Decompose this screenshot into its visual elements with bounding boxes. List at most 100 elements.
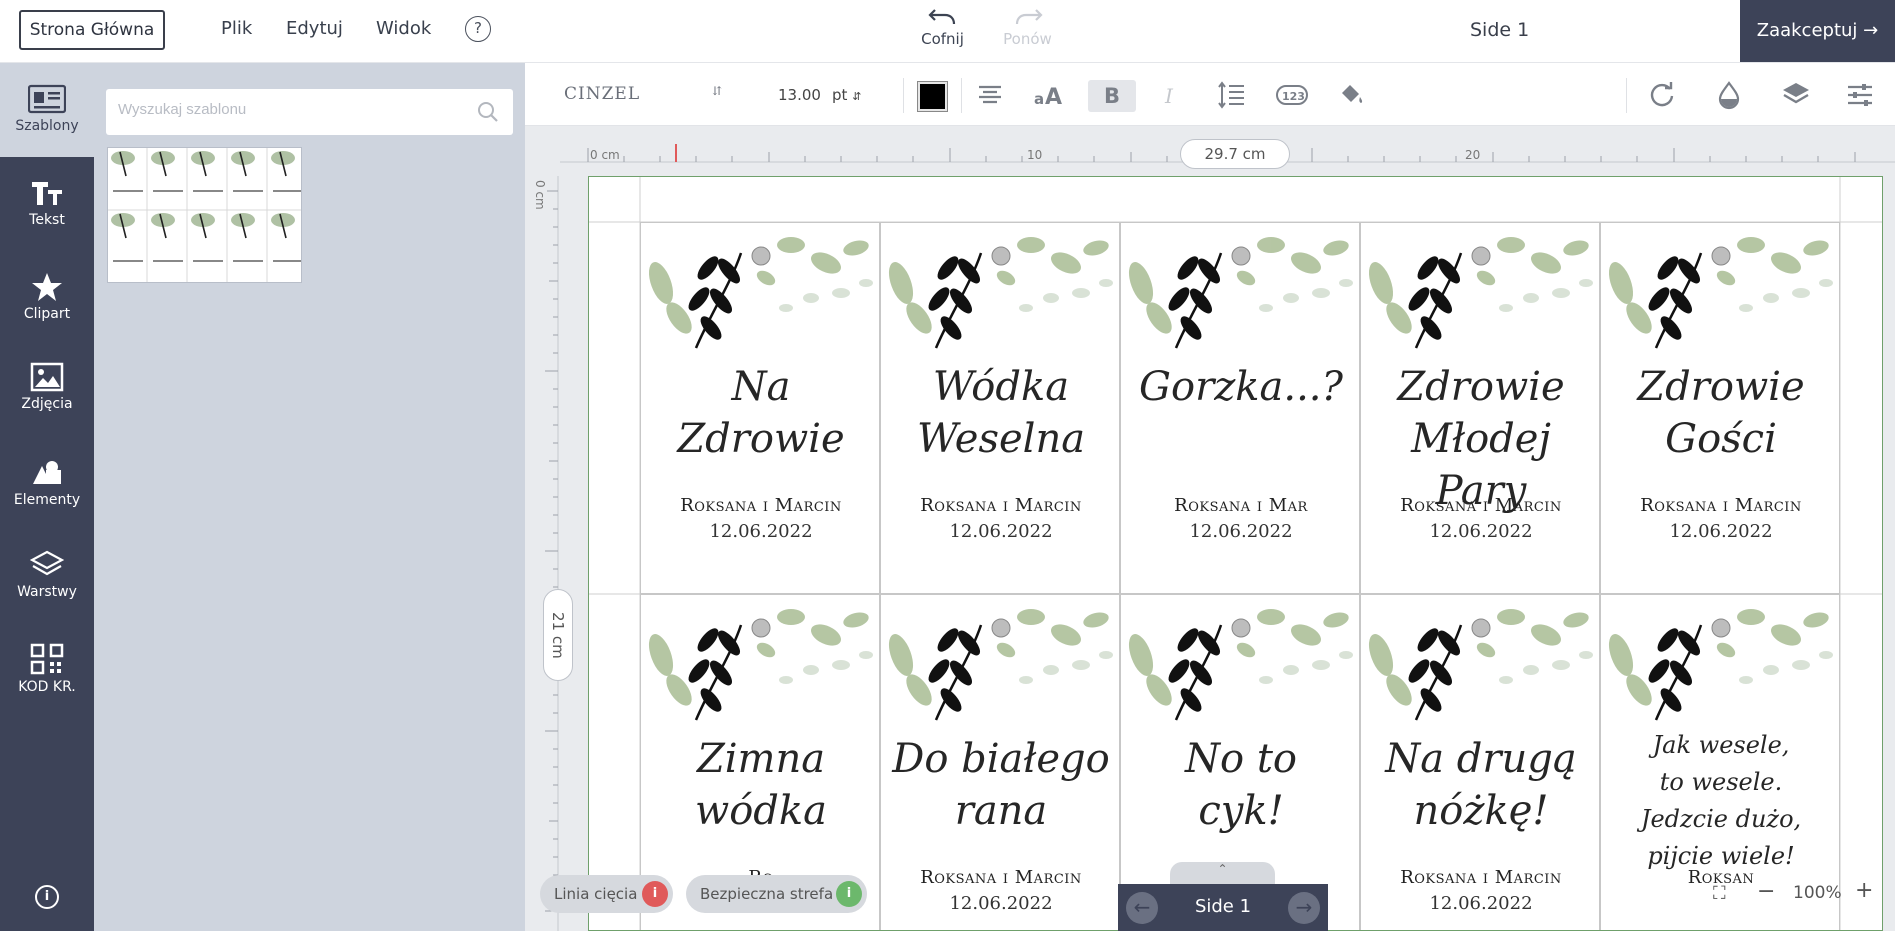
rotate-icon: [1650, 82, 1674, 107]
ruler-label-10: 10: [1027, 148, 1043, 162]
svg-text:123: 123: [1282, 90, 1305, 103]
fullscreen-icon[interactable]: ⛶: [1713, 883, 1726, 904]
label-title: Jak wesele, to wesele. Jedzcie dużo, pij…: [1640, 731, 1802, 870]
undo-label: Cofnij: [921, 30, 964, 48]
settings-button[interactable]: [1843, 80, 1877, 112]
label-names: Roksana i Marcin: [920, 495, 1082, 516]
search-icon[interactable]: [477, 101, 499, 123]
sidebar-item-templates[interactable]: Szablony: [0, 84, 94, 134]
side-title: Side 1: [1470, 19, 1530, 41]
pager-expand-tab[interactable]: ⌃: [1170, 862, 1275, 884]
sidebar-item-photos[interactable]: Zdjęcia: [0, 362, 94, 412]
line-spacing-button[interactable]: [1214, 80, 1248, 112]
info-icon[interactable]: i: [35, 885, 59, 909]
label-card[interactable]: Zdrowie Młodej Pary Roksana i Marcin 12.06…: [1360, 222, 1600, 594]
label-title: No to cyk!: [1185, 736, 1297, 834]
label-card[interactable]: Zdrowie Gości Roksana i Marcin 12.06.2022: [1600, 222, 1840, 594]
label-date: 12.06.2022: [1429, 521, 1533, 542]
template-preview-image: [108, 148, 301, 282]
toolbar-divider: [903, 78, 904, 113]
ruler-label-0: 0 cm: [590, 148, 620, 162]
ruler-label-v0: 0 cm: [533, 180, 547, 210]
label-card[interactable]: Gorzka...? Roksana i Mar 12.06.2022: [1120, 222, 1360, 594]
text-color-swatch[interactable]: [917, 81, 948, 112]
bold-button[interactable]: B: [1088, 80, 1136, 112]
label-names: Roksana i Marcin: [1400, 495, 1562, 516]
zoom-out-button[interactable]: −: [1757, 879, 1775, 904]
sidebar-item-label: Zdjęcia: [21, 396, 73, 412]
fill-button[interactable]: [1334, 80, 1368, 112]
floral-decoration: [1608, 609, 1833, 721]
info-icon: i: [836, 881, 862, 907]
opacity-button[interactable]: [1712, 80, 1746, 112]
label-card[interactable]: Na Zdrowie Roksana i Marcin 12.06.2022: [640, 222, 880, 594]
align-center-button[interactable]: [973, 80, 1007, 112]
cut-line-label: Linia cięcia: [554, 885, 638, 903]
next-page-button[interactable]: →: [1288, 892, 1320, 924]
label-date: 12.06.2022: [1429, 893, 1533, 914]
zoom-in-button[interactable]: +: [1855, 878, 1873, 903]
label-date: 12.06.2022: [949, 521, 1053, 542]
sidebar-item-label: Szablony: [15, 118, 79, 134]
italic-button[interactable]: I: [1153, 80, 1187, 112]
letter-spacing-button[interactable]: 123: [1275, 80, 1309, 112]
menu-file[interactable]: Plik: [221, 18, 252, 39]
width-badge: 29.7 cm: [1180, 139, 1290, 169]
menu-view[interactable]: Widok: [376, 18, 431, 39]
menu-edit[interactable]: Edytuj: [286, 18, 343, 39]
arrow-right-icon: →: [1295, 895, 1313, 919]
sidebar-item-text[interactable]: Tekst: [0, 178, 94, 228]
number-format-icon: 123: [1276, 85, 1308, 105]
design-sheet[interactable]: Na Zdrowie Roksana i Marcin 12.06.2022 Wódk…: [588, 176, 1883, 931]
floral-decoration: [648, 609, 873, 721]
toolbar-divider: [961, 78, 962, 113]
template-thumbnail[interactable]: [107, 147, 302, 283]
label-title: Na drugą nóżkę!: [1385, 736, 1577, 834]
search-input[interactable]: [118, 101, 458, 118]
chevron-updown-icon: ⇵: [852, 90, 862, 103]
cut-line-toggle[interactable]: Linia cięcia i: [540, 875, 673, 913]
sidebar-item-label: Tekst: [29, 212, 65, 228]
undo-icon: [927, 9, 955, 25]
home-button[interactable]: Strona Główna: [19, 10, 165, 50]
text-case-icon: aA: [1034, 85, 1062, 110]
redo-icon: [1015, 9, 1043, 25]
redo-button[interactable]: Ponów: [995, 6, 1060, 48]
layer-order-button[interactable]: [1779, 80, 1813, 112]
label-date: 12.06.2022: [1669, 521, 1773, 542]
sliders-icon: [1848, 84, 1872, 106]
zoom-level: 100%: [1793, 883, 1842, 903]
label-date: 12.06.2022: [709, 521, 813, 542]
floral-decoration: [1608, 237, 1833, 349]
label-card[interactable]: Na drugą nóżkę! Roksana i Marcin 12.06.202…: [1360, 594, 1600, 930]
sidebar-item-clipart[interactable]: Clipart: [0, 272, 94, 322]
label-names: Roksana i Marcin: [920, 867, 1082, 888]
label-date: 12.06.2022: [1189, 521, 1293, 542]
font-size-input[interactable]: 13.00: [778, 86, 821, 104]
svg-text:B: B: [1104, 84, 1120, 108]
height-badge: 21 cm: [543, 589, 573, 681]
font-name: CINZEL: [564, 84, 641, 104]
zoom-controls: ⛶ − 100% +: [1705, 877, 1885, 913]
undo-button[interactable]: Cofnij: [910, 6, 975, 48]
star-icon: [32, 273, 62, 301]
font-family-select[interactable]: CINZEL ⇵: [564, 84, 722, 104]
floral-decoration: [1128, 609, 1353, 721]
sidebar-item-label: Elementy: [13, 492, 81, 508]
label-title: Zdrowie Gości: [1637, 364, 1805, 462]
text-case-button[interactable]: aA: [1033, 80, 1067, 112]
layers-icon: [30, 550, 64, 576]
rotate-button[interactable]: [1645, 80, 1679, 112]
sidebar-item-elements[interactable]: Elementy: [0, 458, 94, 508]
safe-zone-toggle[interactable]: Bezpieczna strefa i: [686, 875, 867, 913]
line-spacing-icon: [1218, 81, 1244, 109]
font-unit-select[interactable]: pt ⇵: [832, 86, 861, 104]
accept-button[interactable]: Zaakceptuj →: [1740, 0, 1895, 62]
sidebar-item-layers[interactable]: Warstwy: [0, 550, 94, 600]
label-names: Roksana i Marcin: [1400, 867, 1562, 888]
question-circle-icon[interactable]: ?: [465, 16, 491, 42]
label-card[interactable]: Wódka Weselna Roksana i Marcin 12.06.2022: [880, 222, 1120, 594]
sidebar-item-qr[interactable]: KOD KR.: [0, 643, 94, 695]
label-card[interactable]: Do białego rana Roksana i Marcin 12.06.202…: [880, 594, 1120, 930]
droplet-icon: [1718, 81, 1740, 110]
